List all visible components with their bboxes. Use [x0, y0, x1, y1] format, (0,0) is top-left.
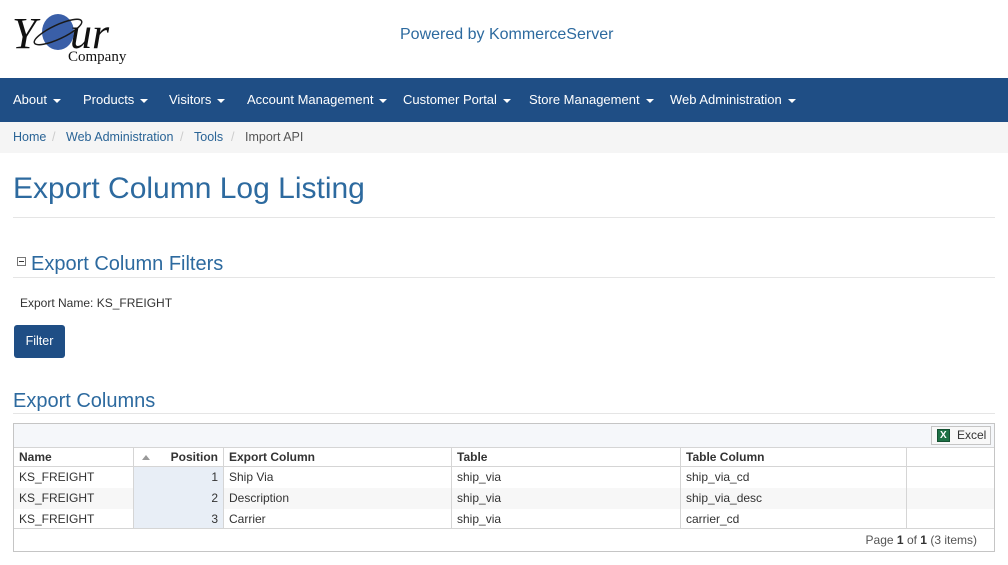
excel-label: Excel — [957, 428, 987, 442]
nav-about[interactable]: About — [13, 78, 61, 122]
column-header-export-column[interactable]: Export Column — [224, 448, 452, 467]
breadcrumb: Home / Web Administration / Tools / Impo… — [0, 122, 1008, 153]
breadcrumb-home[interactable]: Home — [13, 122, 46, 153]
grid-footer: Page 1 of 1 (3 items) — [14, 528, 994, 551]
page-title: Export Column Log Listing — [13, 172, 365, 205]
cell-position: 3 — [134, 509, 224, 530]
cell-table: ship_via — [452, 509, 681, 530]
cell-table-column: ship_via_cd — [681, 467, 907, 488]
cell-table-column: ship_via_desc — [681, 488, 907, 509]
breadcrumb-web-administration[interactable]: Web Administration — [66, 122, 173, 153]
cell-position: 2 — [134, 488, 224, 509]
divider — [13, 413, 995, 414]
breadcrumb-tools[interactable]: Tools — [194, 122, 223, 153]
collapse-icon[interactable] — [17, 257, 26, 266]
nav-account-management[interactable]: Account Management — [247, 78, 388, 122]
export-columns-grid: Excel Name Position Export Column Table … — [13, 423, 995, 552]
caret-down-icon — [52, 98, 61, 103]
divider — [13, 217, 995, 218]
cell-extra — [907, 467, 994, 488]
excel-export-button[interactable]: Excel — [931, 426, 991, 445]
column-header-table[interactable]: Table — [452, 448, 681, 467]
caret-down-icon — [502, 98, 511, 103]
column-header-name[interactable]: Name — [14, 448, 134, 467]
grid-toolbar: Excel — [14, 424, 994, 448]
export-name-value: KS_FREIGHT — [96, 296, 173, 310]
cell-extra — [907, 509, 994, 530]
divider — [13, 277, 995, 278]
column-header-table-column[interactable]: Table Column — [681, 448, 907, 467]
pager-info: Page 1 of 1 (3 items) — [865, 533, 977, 547]
svg-text:Y: Y — [12, 9, 41, 58]
breadcrumb-separator: / — [180, 130, 184, 144]
breadcrumb-separator: / — [52, 130, 56, 144]
svg-text:Company: Company — [68, 49, 127, 65]
column-header-position[interactable]: Position — [134, 448, 224, 467]
cell-name: KS_FREIGHT — [14, 488, 134, 509]
site-header: Y ur Company Powered by KommerceServer — [0, 0, 1008, 78]
cell-table-column: carrier_cd — [681, 509, 907, 530]
breadcrumb-separator: / — [231, 130, 235, 144]
nav-store-management[interactable]: Store Management — [529, 78, 654, 122]
filter-button[interactable]: Filter — [14, 325, 65, 358]
cell-export-column: Description — [224, 488, 452, 509]
main-navbar: About Products Visitors Account Manageme… — [0, 78, 1008, 122]
cell-export-column: Carrier — [224, 509, 452, 530]
export-name-label: Export Name: — [20, 296, 94, 310]
cell-extra — [907, 488, 994, 509]
cell-name: KS_FREIGHT — [14, 467, 134, 488]
table-row[interactable]: KS_FREIGHT 3 Carrier ship_via carrier_cd — [14, 509, 994, 530]
company-logo[interactable]: Y ur Company — [10, 4, 150, 70]
table-row[interactable]: KS_FREIGHT 2 Description ship_via ship_v… — [14, 488, 994, 509]
export-name-filter: Export Name: KS_FREIGHT — [20, 296, 172, 310]
caret-down-icon — [140, 98, 149, 103]
excel-icon — [937, 429, 950, 442]
caret-down-icon — [787, 98, 796, 103]
nav-products[interactable]: Products — [83, 78, 149, 122]
cell-table: ship_via — [452, 467, 681, 488]
cell-export-column: Ship Via — [224, 467, 452, 488]
cell-position: 1 — [134, 467, 224, 488]
caret-down-icon — [379, 98, 388, 103]
breadcrumb-import-api: Import API — [245, 130, 304, 144]
filters-section-title[interactable]: Export Column Filters — [31, 253, 223, 276]
nav-visitors[interactable]: Visitors — [169, 78, 226, 122]
caret-down-icon — [217, 98, 226, 103]
nav-web-administration[interactable]: Web Administration — [670, 78, 796, 122]
caret-down-icon — [645, 98, 654, 103]
sort-ascending-icon — [142, 455, 150, 460]
cell-table: ship_via — [452, 488, 681, 509]
table-row[interactable]: KS_FREIGHT 1 Ship Via ship_via ship_via_… — [14, 467, 994, 488]
column-header-extra — [907, 448, 994, 467]
cell-name: KS_FREIGHT — [14, 509, 134, 530]
nav-customer-portal[interactable]: Customer Portal — [403, 78, 511, 122]
export-columns-title: Export Columns — [13, 390, 156, 412]
powered-by-text: Powered by KommerceServer — [400, 26, 614, 43]
